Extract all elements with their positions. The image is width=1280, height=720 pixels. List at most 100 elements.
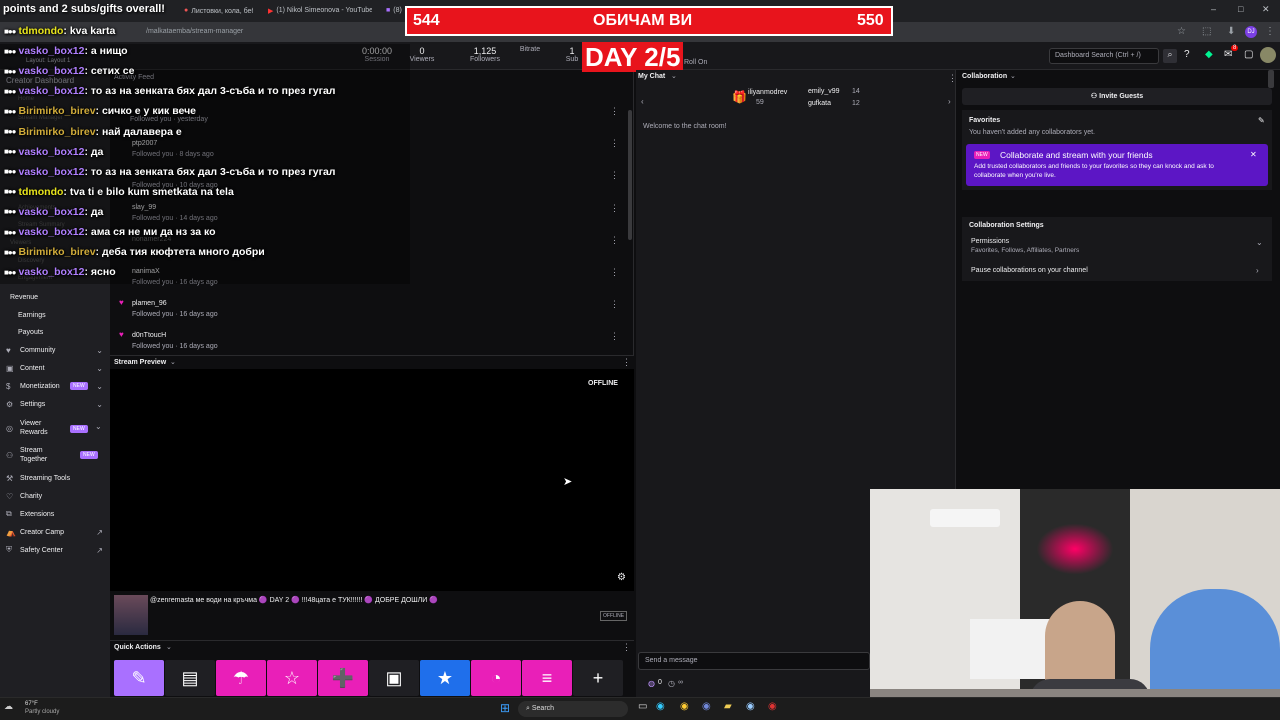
profile-avatar[interactable]: DJ — [1245, 26, 1257, 38]
sidebar-item-stream-together[interactable]: ⚇ Stream Together — [0, 442, 60, 468]
leaderboard-name-3[interactable]: gufkata — [808, 100, 831, 107]
air-conditioner — [930, 509, 1000, 527]
browser-tab-1[interactable]: ●Листовки, кола, бебенца❤ — [178, 3, 253, 20]
app-icon[interactable]: ◉ — [768, 701, 777, 712]
more-options-icon[interactable]: ⋮ — [610, 170, 619, 181]
more-options-icon[interactable]: ⋮ — [610, 203, 619, 214]
windows-start-icon[interactable]: ⊞ — [500, 701, 510, 715]
sidebar-item-viewer-rewards[interactable]: ◎ Viewer Rewards — [0, 415, 60, 441]
close-window-button[interactable]: ✕ — [1262, 4, 1270, 15]
bookmark-star-icon[interactable]: ☆ — [1177, 26, 1186, 37]
stream-thumbnail[interactable] — [114, 595, 148, 635]
minimize-button[interactable]: – — [1211, 4, 1216, 14]
gear-icon[interactable]: ⚙ — [617, 572, 626, 583]
chevron-down-icon[interactable]: ⌄ — [1256, 238, 1263, 247]
extensions-icon[interactable]: ⬚ — [1202, 26, 1211, 37]
more-options-icon[interactable]: ⋮ — [622, 357, 631, 368]
sidebar-item-charity[interactable]: ♡ Charity — [0, 488, 110, 504]
more-options-icon[interactable]: ⋮ — [622, 642, 631, 653]
task-view-icon[interactable]: ▭ — [638, 701, 647, 712]
sidebar-item-community[interactable]: ♥ Community ⌄ — [0, 342, 110, 358]
collab-promo-banner: NEW Collaborate and stream with your fri… — [966, 144, 1268, 186]
permissions-label[interactable]: Permissions — [971, 238, 1009, 245]
chrome-icon[interactable]: ◉ — [680, 701, 689, 712]
chevron-down-icon[interactable]: ⌄ — [166, 643, 172, 651]
more-options-icon[interactable]: ⋮ — [610, 331, 619, 342]
clip-button[interactable]: ▤ — [165, 660, 215, 696]
stack-button[interactable]: ≡ — [522, 660, 572, 696]
chevron-left-icon[interactable]: ‹ — [641, 97, 644, 106]
page-scrollbar[interactable] — [1268, 70, 1274, 88]
goal-title: ОБИЧАМ ВИ — [593, 12, 693, 29]
chevron-down-icon[interactable]: ⌄ — [170, 358, 176, 366]
taskbar-search[interactable]: ⌕ Search — [518, 701, 628, 717]
chevron-down-icon: ⌄ — [96, 381, 103, 391]
shoutout-button[interactable]: ☆ — [267, 660, 317, 696]
chat-badges-icon: ■●● — [4, 26, 16, 36]
download-icon[interactable]: ⬇ — [1227, 26, 1235, 37]
discord-icon[interactable]: ◉ — [702, 701, 711, 712]
edit-stream-info-button[interactable]: ✎ — [114, 660, 164, 696]
chat-title[interactable]: My Chat — [638, 73, 665, 80]
sidebar-item-revenue[interactable]: Revenue — [0, 289, 110, 305]
invite-guests-button[interactable]: ⚇ Invite Guests — [962, 88, 1272, 105]
url-text: /malkataemba/stream-manager — [146, 28, 244, 35]
timer-button[interactable]: ◔ — [471, 660, 521, 696]
chat-username: tdmondo — [18, 25, 64, 37]
add-action-button[interactable]: + — [573, 660, 623, 696]
more-options-icon[interactable]: ⋮ — [610, 138, 619, 149]
search-icon[interactable]: ⌕ — [1163, 49, 1177, 63]
edit-icon[interactable]: ✎ — [1258, 116, 1265, 125]
chevron-down-icon[interactable]: ⌄ — [1010, 72, 1016, 80]
sidebar-item-creator-camp[interactable]: ⛺ Creator Camp ↗ — [0, 524, 110, 540]
overlay-goal-text: points and 2 subs/gifts overall! — [3, 3, 165, 15]
leaderboard-name-2[interactable]: emily_v99 — [808, 88, 840, 95]
stream-preview-video[interactable]: OFFLINE ⚙ ➤ — [110, 369, 634, 591]
more-options-icon[interactable]: ⋮ — [948, 73, 957, 84]
chat-message-text: : деба тия кюфтета много добри — [95, 246, 265, 259]
folder-icon[interactable]: ▰ — [724, 701, 732, 712]
obs-icon[interactable]: ◉ — [746, 701, 755, 712]
chat-username: vasko_box12 — [18, 226, 85, 238]
favorite-button[interactable]: ★ — [420, 660, 470, 696]
ad-button[interactable]: ☂ — [216, 660, 266, 696]
help-icon[interactable]: ? — [1184, 49, 1190, 60]
more-options-icon[interactable]: ⋮ — [610, 106, 619, 117]
inbox-icon[interactable]: ✉ — [1224, 49, 1232, 60]
bits-icon[interactable]: ◆ — [1205, 49, 1213, 60]
sidebar-item-content[interactable]: ▣ Content ⌄ — [0, 360, 110, 376]
more-options-icon[interactable]: ⋮ — [610, 267, 619, 278]
sidebar-item-settings[interactable]: ⚙ Settings ⌄ — [0, 396, 110, 412]
collab-title[interactable]: Collaboration — [962, 73, 1007, 80]
chat-input[interactable]: Send a message — [638, 652, 870, 670]
more-options-icon[interactable]: ⋮ — [610, 235, 619, 246]
sidebar-item-safety-center[interactable]: ⛨ Safety Center ↗ — [0, 542, 110, 558]
maximize-button[interactable]: □ — [1238, 4, 1243, 14]
user-avatar[interactable] — [1260, 47, 1276, 63]
chevron-right-icon[interactable]: › — [948, 97, 951, 106]
raid-button[interactable]: ▣ — [369, 660, 419, 696]
menu-icon[interactable]: ⋮ — [1265, 26, 1275, 37]
together-icon: ⚇ — [6, 450, 14, 460]
pause-collab-label[interactable]: Pause collaborations on your channel — [971, 267, 1088, 274]
sidebar-item-payouts[interactable]: Payouts — [0, 324, 110, 340]
close-icon[interactable]: ✕ — [1250, 150, 1257, 159]
notifications-icon[interactable]: ▢ — [1244, 49, 1253, 60]
weather-icon[interactable]: ☁ — [4, 701, 13, 712]
chevron-right-icon[interactable]: › — [1256, 266, 1259, 275]
dashboard-search-input[interactable]: Dashboard Search (Ctrl + /) — [1049, 48, 1159, 64]
chevron-down-icon: ⌄ — [95, 422, 102, 431]
sidebar-item-streaming-tools[interactable]: ⚒ Streaming Tools — [0, 470, 110, 486]
sidebar-item-earnings[interactable]: Earnings — [0, 307, 110, 323]
chevron-down-icon[interactable]: ⌄ — [671, 72, 677, 80]
leaderboard-name-1[interactable]: iliyanmodrev — [748, 89, 787, 96]
browser-tab-3[interactable]: ■ (8) — [380, 3, 404, 20]
sidebar-item-monetization[interactable]: $ Monetization NEW ⌄ — [0, 378, 110, 394]
channel-points-icon[interactable]: ◍ — [648, 679, 655, 688]
edge-icon[interactable]: ◉ — [656, 701, 665, 712]
more-options-icon[interactable]: ⋮ — [610, 299, 619, 310]
add-raid-button[interactable]: ➕ — [318, 660, 368, 696]
activity-scrollbar[interactable] — [628, 110, 632, 240]
stream-preview-title[interactable]: Stream Preview — [114, 359, 166, 366]
browser-tab-2[interactable]: ▶ (1) Nikol Simeonova - YouTube — [262, 3, 372, 20]
